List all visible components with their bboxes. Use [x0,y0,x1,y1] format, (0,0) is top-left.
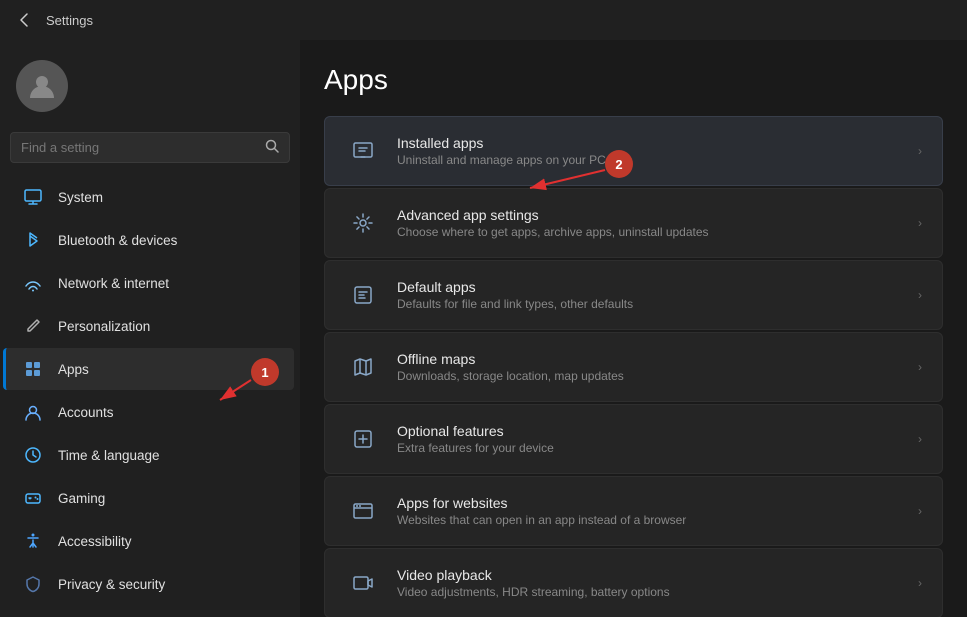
sidebar-item-privacy[interactable]: Privacy & security [6,563,294,605]
titlebar-title: Settings [46,13,93,28]
card-arrow-optional-features: › [918,432,922,446]
card-desc-video-playback: Video adjustments, HDR streaming, batter… [397,585,918,599]
card-arrow-offline-maps: › [918,360,922,374]
search-box[interactable] [10,132,290,163]
card-title-advanced-app-settings: Advanced app settings [397,207,918,223]
settings-card-optional-features[interactable]: Optional features Extra features for you… [324,404,943,474]
time-icon [22,444,44,466]
card-text-apps-for-websites: Apps for websites Websites that can open… [397,495,918,527]
settings-card-apps-for-websites[interactable]: Apps for websites Websites that can open… [324,476,943,546]
card-desc-optional-features: Extra features for your device [397,441,918,455]
accounts-icon [22,401,44,423]
titlebar: Settings [0,0,967,40]
settings-card-default-apps[interactable]: Default apps Defaults for file and link … [324,260,943,330]
search-icon [265,139,279,156]
card-desc-apps-for-websites: Websites that can open in an app instead… [397,513,918,527]
sidebar: System Bluetooth & devices Network & int… [0,40,300,617]
sidebar-item-time[interactable]: Time & language [6,434,294,476]
card-arrow-default-apps: › [918,288,922,302]
card-title-apps-for-websites: Apps for websites [397,495,918,511]
avatar[interactable] [16,60,68,112]
card-text-advanced-app-settings: Advanced app settings Choose where to ge… [397,207,918,239]
card-desc-default-apps: Defaults for file and link types, other … [397,297,918,311]
card-desc-installed-apps: Uninstall and manage apps on your PC [397,153,918,167]
bluetooth-icon [22,229,44,251]
sidebar-item-label: Gaming [58,491,105,506]
card-text-optional-features: Optional features Extra features for you… [397,423,918,455]
card-title-installed-apps: Installed apps [397,135,918,151]
card-title-default-apps: Default apps [397,279,918,295]
settings-card-advanced-app-settings[interactable]: Advanced app settings Choose where to ge… [324,188,943,258]
settings-card-video-playback[interactable]: Video playback Video adjustments, HDR st… [324,548,943,617]
offline-maps-icon [345,349,381,385]
avatar-area [0,40,300,128]
system-icon [22,186,44,208]
installed-apps-icon [345,133,381,169]
apps-icon [22,358,44,380]
network-icon [22,272,44,294]
sidebar-item-apps[interactable]: Apps [3,348,294,390]
sidebar-item-system[interactable]: System [6,176,294,218]
sidebar-item-accounts[interactable]: Accounts [6,391,294,433]
sidebar-item-label: Accessibility [58,534,132,549]
sidebar-item-label: Personalization [58,319,150,334]
apps-for-websites-icon [345,493,381,529]
sidebar-item-personalization[interactable]: Personalization [6,305,294,347]
sidebar-item-update[interactable]: Windows Update [6,606,294,617]
card-title-offline-maps: Offline maps [397,351,918,367]
card-desc-offline-maps: Downloads, storage location, map updates [397,369,918,383]
main-layout: System Bluetooth & devices Network & int… [0,40,967,617]
card-text-installed-apps: Installed apps Uninstall and manage apps… [397,135,918,167]
video-playback-icon [345,565,381,601]
card-arrow-apps-for-websites: › [918,504,922,518]
card-text-default-apps: Default apps Defaults for file and link … [397,279,918,311]
card-title-video-playback: Video playback [397,567,918,583]
personalization-icon [22,315,44,337]
nav-list: System Bluetooth & devices Network & int… [0,175,300,617]
default-apps-icon [345,277,381,313]
page-title: Apps [324,64,943,96]
sidebar-item-label: System [58,190,103,205]
card-arrow-video-playback: › [918,576,922,590]
sidebar-item-label: Network & internet [58,276,169,291]
content-area: Apps Installed apps Uninstall and manage… [300,40,967,617]
optional-features-icon [345,421,381,457]
privacy-icon [22,573,44,595]
sidebar-item-accessibility[interactable]: Accessibility [6,520,294,562]
sidebar-item-label: Accounts [58,405,114,420]
card-title-optional-features: Optional features [397,423,918,439]
search-container [0,128,300,175]
search-input[interactable] [21,140,257,155]
sidebar-item-label: Bluetooth & devices [58,233,177,248]
accessibility-icon [22,530,44,552]
card-desc-advanced-app-settings: Choose where to get apps, archive apps, … [397,225,918,239]
settings-card-installed-apps[interactable]: Installed apps Uninstall and manage apps… [324,116,943,186]
sidebar-item-label: Apps [58,362,89,377]
card-arrow-installed-apps: › [918,144,922,158]
advanced-app-settings-icon [345,205,381,241]
card-text-offline-maps: Offline maps Downloads, storage location… [397,351,918,383]
sidebar-item-gaming[interactable]: Gaming [6,477,294,519]
card-text-video-playback: Video playback Video adjustments, HDR st… [397,567,918,599]
sidebar-item-bluetooth[interactable]: Bluetooth & devices [6,219,294,261]
back-button[interactable] [12,8,36,32]
card-arrow-advanced-app-settings: › [918,216,922,230]
sidebar-item-network[interactable]: Network & internet [6,262,294,304]
sidebar-item-label: Time & language [58,448,160,463]
settings-list: Installed apps Uninstall and manage apps… [324,116,943,617]
settings-card-offline-maps[interactable]: Offline maps Downloads, storage location… [324,332,943,402]
sidebar-item-label: Privacy & security [58,577,165,592]
gaming-icon [22,487,44,509]
